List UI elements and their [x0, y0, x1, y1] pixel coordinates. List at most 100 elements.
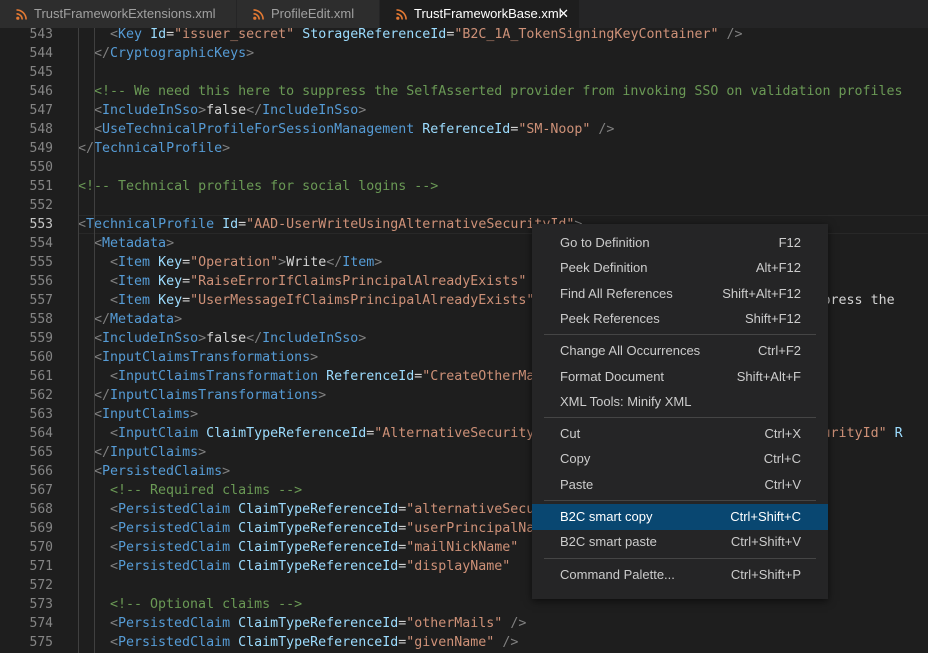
code-token: = — [166, 28, 175, 42]
code-token: > — [358, 331, 367, 346]
code-line[interactable]: <PersistedClaim ClaimTypeReferenceId="al… — [110, 500, 590, 519]
menu-item-cut[interactable]: Cut Ctrl+X — [532, 421, 828, 447]
code-token: "displayName" — [406, 559, 511, 574]
code-token: "UserMessageIfClaimsPrincipalAlreadyExis… — [190, 293, 535, 308]
line-number: 546 — [29, 84, 53, 99]
code-token: InputClaimsTransformation — [118, 369, 319, 384]
line-number: 573 — [29, 597, 53, 612]
menu-item-shortcut: Ctrl+Shift+C — [730, 509, 801, 524]
line-number: 566 — [29, 464, 53, 479]
code-token: = — [238, 217, 247, 232]
code-token: PersistedClaim — [118, 559, 231, 574]
menu-item-change-all-occurrences[interactable]: Change All Occurrences Ctrl+F2 — [532, 338, 828, 364]
code-line[interactable]: </Metadata> — [94, 310, 182, 329]
tab-trustframeworkextensions[interactable]: TrustFrameworkExtensions.xml — [0, 0, 237, 28]
line-number: 545 — [29, 65, 53, 80]
code-token: Item — [118, 255, 151, 270]
menu-item-shortcut: Shift+F12 — [744, 310, 801, 326]
code-token: < — [110, 540, 119, 555]
menu-item-label: Peek References — [560, 310, 660, 326]
line-number: 571 — [29, 559, 53, 574]
code-token: Item — [342, 255, 375, 270]
code-line[interactable]: <PersistedClaim ClaimTypeReferenceId="ot… — [110, 614, 526, 633]
menu-item-label: Format Document — [560, 368, 665, 384]
code-line[interactable]: <PersistedClaim ClaimTypeReferenceId="us… — [110, 519, 558, 538]
tab-trustframeworkbase[interactable]: TrustFrameworkBase.xml ✕ — [380, 0, 580, 28]
code-line[interactable]: <Key Id="issuer_secret" StorageReference… — [110, 28, 743, 44]
code-line[interactable]: </CryptographicKeys> — [94, 44, 254, 63]
code-token: Id — [222, 217, 239, 232]
code-token: PersistedClaim — [118, 502, 231, 517]
code-line[interactable]: <Item Key="RaiseErrorIfClaimsPrincipalAl… — [110, 272, 526, 291]
code-token: = — [182, 293, 191, 308]
code-token: <!-- Optional claims --> — [110, 597, 303, 612]
menu-item-go-to-definition[interactable]: Go to Definition F12 — [532, 230, 828, 256]
menu-item-label: B2C smart paste — [560, 534, 657, 550]
menu-item-label: Command Palette... — [560, 566, 675, 582]
line-number: 562 — [29, 388, 53, 403]
menu-item-peek-definition[interactable]: Peek Definition Alt+F12 — [532, 255, 828, 281]
code-line[interactable]: <PersistedClaim ClaimTypeReferenceId="di… — [110, 557, 510, 576]
line-number: 568 — [29, 502, 53, 517]
code-line[interactable]: <!-- Optional claims --> — [110, 595, 302, 614]
code-line[interactable]: <PersistedClaim ClaimTypeReferenceId="gi… — [110, 633, 518, 652]
menu-item-shortcut: F12 — [778, 235, 801, 250]
rss-file-icon — [396, 9, 407, 20]
menu-item-b2c-smart-copy[interactable]: B2C smart copy Ctrl+Shift+C — [532, 504, 828, 530]
code-line[interactable]: <TechnicalProfile Id="AAD-UserWriteUsing… — [78, 215, 582, 234]
code-token: > — [198, 331, 207, 346]
code-token: = — [182, 255, 191, 270]
code-token: Key — [118, 28, 143, 42]
menu-item-label: B2C smart copy — [560, 509, 653, 524]
code-token: "issuer_secret" — [174, 28, 295, 42]
code-line[interactable]: <!-- Technical profiles for social login… — [78, 177, 438, 196]
code-line[interactable]: <Metadata> — [94, 234, 174, 253]
code-token: = — [182, 274, 191, 289]
code-line[interactable]: <UseTechnicalProfileForSessionManagement… — [94, 120, 614, 139]
code-line[interactable]: </InputClaims> — [94, 443, 206, 462]
line-number: 570 — [29, 540, 53, 555]
tab-profileedit[interactable]: ProfileEdit.xml — [237, 0, 380, 28]
code-token: UseTechnicalProfileForSessionManagement — [102, 122, 415, 137]
line-number: 554 — [29, 236, 53, 251]
code-token: > — [198, 445, 207, 460]
line-number: 549 — [29, 141, 53, 156]
code-line[interactable]: <IncludeInSso>false</IncludeInSso> — [94, 329, 366, 348]
code-token: "RaiseErrorIfClaimsPrincipalAlreadyExist… — [190, 274, 527, 289]
code-token: Item — [118, 274, 151, 289]
code-line[interactable]: <IncludeInSso>false</IncludeInSso> — [94, 101, 366, 120]
code-line[interactable]: <PersistedClaim ClaimTypeReferenceId="ma… — [110, 538, 518, 557]
code-token: Id — [150, 28, 167, 42]
menu-item-format-document[interactable]: Format Document Shift+Alt+F — [532, 364, 828, 390]
menu-separator — [544, 557, 816, 559]
code-line[interactable]: <PersistedClaims> — [94, 462, 230, 481]
code-token: < — [110, 521, 119, 536]
code-line[interactable]: </InputClaimsTransformations> — [94, 386, 326, 405]
code-line[interactable]: <InputClaims> — [94, 405, 198, 424]
line-number: 551 — [29, 179, 53, 194]
menu-item-peek-references[interactable]: Peek References Shift+F12 — [532, 306, 828, 332]
menu-item-b2c-smart-paste[interactable]: B2C smart paste Ctrl+Shift+V — [532, 529, 828, 555]
menu-item-shortcut: Ctrl+Shift+P — [730, 566, 801, 582]
menu-item-copy[interactable]: Copy Ctrl+C — [532, 446, 828, 472]
code-token: InputClaims — [102, 407, 191, 422]
code-line[interactable]: <!-- Required claims --> — [110, 481, 302, 500]
code-token: /> — [510, 616, 527, 631]
menu-item-find-all-references[interactable]: Find All References Shift+Alt+F12 — [532, 281, 828, 307]
line-number: 563 — [29, 407, 53, 422]
menu-item-xml-tools-minify[interactable]: XML Tools: Minify XML — [532, 389, 828, 415]
code-line[interactable]: <InputClaimsTransformations> — [94, 348, 318, 367]
close-icon[interactable]: ✕ — [558, 0, 569, 28]
code-line[interactable]: <!-- We need this here to suppress the S… — [94, 82, 903, 101]
code-token: < — [110, 255, 119, 270]
code-line[interactable]: </TechnicalProfile> — [78, 139, 230, 158]
menu-item-paste[interactable]: Paste Ctrl+V — [532, 472, 828, 498]
menu-item-shortcut: Shift+Alt+F — [736, 368, 801, 384]
menu-item-command-palette[interactable]: Command Palette... Ctrl+Shift+P — [532, 562, 828, 588]
code-line[interactable]: <Item Key="Operation">Write</Item> — [110, 253, 382, 272]
indent-guide — [78, 28, 79, 653]
